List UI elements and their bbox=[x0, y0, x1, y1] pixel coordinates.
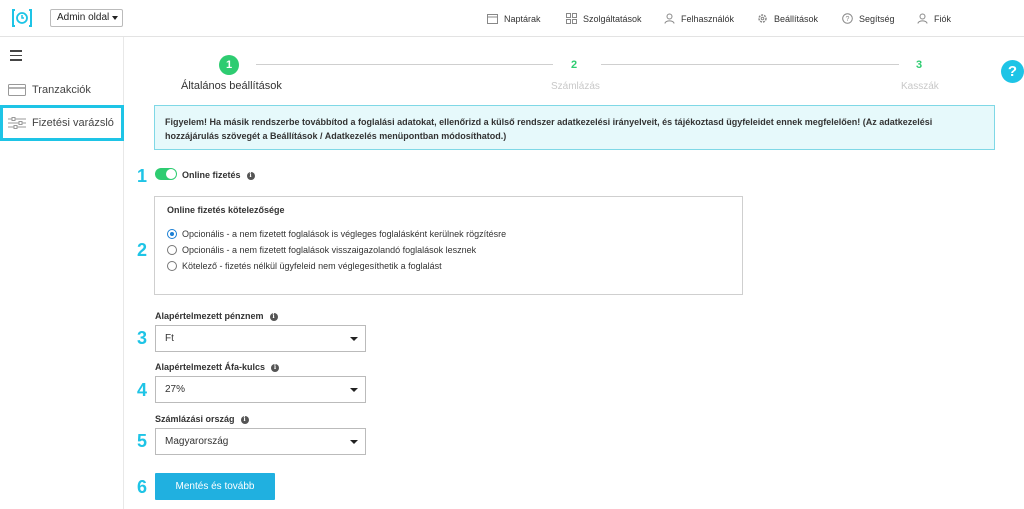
vat-label: Alapértelmezett Áfa-kulcs i bbox=[155, 362, 280, 372]
payment-obligation-group: Online fizetés kötelezősége Opcionális -… bbox=[154, 196, 743, 295]
top-bar: Admin oldal Naptárak Szolgáltatások Felh… bbox=[0, 0, 1024, 37]
help-circle-icon: ? bbox=[842, 13, 853, 24]
obligation-option-optional-final[interactable]: Opcionális - a nem fizetett foglalások i… bbox=[167, 229, 506, 239]
info-icon[interactable]: i bbox=[240, 415, 249, 424]
caret-down-icon bbox=[350, 337, 358, 341]
warning-alert: Figyelem! Ha másik rendszerbe továbbítod… bbox=[154, 105, 995, 150]
nav-account[interactable]: Fiók bbox=[917, 0, 951, 37]
grid-icon bbox=[566, 13, 577, 24]
step-2-circle[interactable]: 2 bbox=[564, 55, 584, 75]
payment-obligation-legend: Online fizetés kötelezősége bbox=[167, 205, 285, 215]
users-icon bbox=[664, 13, 675, 24]
nav-users-label: Felhasználók bbox=[681, 13, 735, 24]
obligation-option-optional-confirm[interactable]: Opcionális - a nem fizetett foglalások v… bbox=[167, 245, 476, 255]
marker-1: 1 bbox=[137, 166, 148, 186]
country-label: Számlázási ország i bbox=[155, 414, 249, 424]
marker-2: 2 bbox=[137, 240, 148, 260]
nav-help[interactable]: ? Segítség bbox=[842, 0, 895, 37]
step-3-circle[interactable]: 3 bbox=[909, 55, 929, 75]
nav-account-label: Fiók bbox=[934, 13, 952, 24]
admin-view-select-value: Admin oldal bbox=[57, 12, 110, 23]
step-connector bbox=[256, 64, 553, 65]
app-logo-icon[interactable] bbox=[11, 7, 33, 29]
step-3-label: Kasszák bbox=[901, 81, 939, 92]
step-2-label: Számlázás bbox=[551, 81, 600, 92]
caret-down-icon bbox=[350, 440, 358, 444]
radio[interactable] bbox=[167, 261, 177, 271]
sliders-icon bbox=[8, 117, 26, 129]
nav-services-label: Szolgáltatások bbox=[583, 13, 642, 24]
vat-select-value: 27% bbox=[165, 384, 186, 395]
chevron-down-icon bbox=[112, 16, 118, 20]
currency-label: Alapértelmezett pénznem i bbox=[155, 311, 278, 321]
hamburger-menu-icon[interactable] bbox=[10, 50, 22, 61]
step-connector bbox=[601, 64, 899, 65]
nav-calendars-label: Naptárak bbox=[504, 13, 541, 24]
currency-select-value: Ft bbox=[165, 333, 174, 344]
user-icon bbox=[917, 13, 928, 24]
gear-icon bbox=[758, 14, 767, 23]
online-payment-label: Online fizetés i bbox=[182, 170, 255, 180]
nav-settings-label: Beállítások bbox=[774, 13, 819, 24]
obligation-option-mandatory[interactable]: Kötelező - fizetés nélkül ügyfeleid nem … bbox=[167, 261, 442, 271]
marker-6: 6 bbox=[137, 477, 148, 497]
option-label: Opcionális - a nem fizetett foglalások i… bbox=[182, 229, 507, 239]
option-label: Opcionális - a nem fizetett foglalások v… bbox=[182, 245, 477, 255]
info-icon[interactable]: i bbox=[269, 312, 278, 321]
step-1-circle[interactable]: 1 bbox=[219, 55, 239, 75]
marker-3: 3 bbox=[137, 328, 148, 348]
calendar-icon bbox=[487, 14, 498, 24]
marker-5: 5 bbox=[137, 431, 148, 451]
option-label: Kötelező - fizetés nélkül ügyfeleid nem … bbox=[182, 261, 442, 271]
marker-4: 4 bbox=[137, 380, 148, 400]
card-icon bbox=[8, 84, 26, 96]
sidebar-item-payment-wizard[interactable]: Fizetési varázsló bbox=[0, 105, 124, 141]
country-select[interactable]: Magyarország bbox=[155, 428, 366, 455]
info-icon[interactable]: i bbox=[246, 171, 255, 180]
currency-label-text: Alapértelmezett pénznem bbox=[155, 311, 264, 321]
vat-select[interactable]: 27% bbox=[155, 376, 366, 403]
online-payment-label-text: Online fizetés bbox=[182, 170, 241, 180]
admin-view-select[interactable]: Admin oldal bbox=[50, 9, 123, 27]
nav-settings[interactable]: Beállítások bbox=[757, 0, 818, 37]
nav-help-label: Segítség bbox=[859, 13, 895, 24]
info-icon[interactable]: i bbox=[271, 363, 280, 372]
currency-select[interactable]: Ft bbox=[155, 325, 366, 352]
nav-calendars[interactable]: Naptárak bbox=[487, 0, 541, 37]
svg-text:?: ? bbox=[846, 16, 850, 23]
nav-users[interactable]: Felhasználók bbox=[664, 0, 734, 37]
help-button[interactable]: ? bbox=[1001, 60, 1024, 83]
caret-down-icon bbox=[350, 388, 358, 392]
online-payment-toggle[interactable] bbox=[155, 168, 177, 180]
sidebar: Tranzakciók Fizetési varázsló bbox=[0, 37, 124, 509]
sidebar-item-label: Fizetési varázsló bbox=[32, 117, 114, 129]
vat-label-text: Alapértelmezett Áfa-kulcs bbox=[155, 362, 266, 372]
sidebar-item-label: Tranzakciók bbox=[32, 84, 91, 96]
save-and-continue-button[interactable]: Mentés és tovább bbox=[155, 473, 275, 500]
country-label-text: Számlázási ország bbox=[155, 414, 235, 424]
country-select-value: Magyarország bbox=[165, 436, 229, 447]
radio[interactable] bbox=[167, 245, 177, 255]
radio-selected[interactable] bbox=[167, 229, 177, 239]
step-1-label: Általános beállítások bbox=[181, 80, 282, 92]
sidebar-item-transactions[interactable]: Tranzakciók bbox=[0, 76, 124, 104]
nav-services[interactable]: Szolgáltatások bbox=[566, 0, 642, 37]
